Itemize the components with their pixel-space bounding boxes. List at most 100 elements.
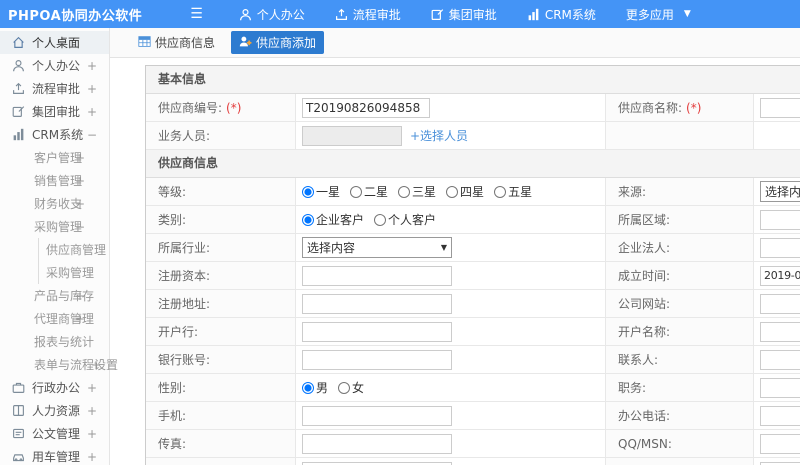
category-radio[interactable] [374, 213, 387, 226]
expand-icon[interactable]: + [75, 289, 85, 303]
founded-time-input[interactable] [760, 265, 800, 286]
field-label: 联系人: [618, 353, 659, 367]
field-label: 供应商名称: [618, 101, 683, 115]
nav-group-approval[interactable]: 集团审批 [431, 6, 497, 23]
level-radio[interactable] [398, 185, 411, 198]
level-radio[interactable] [350, 185, 363, 198]
edit-icon [12, 105, 26, 119]
sidebar-item-personal-office[interactable]: 个人办公 + [0, 54, 109, 77]
menu-toggle-icon[interactable]: ☰ [190, 6, 203, 22]
sidebar-item-workflow-approval[interactable]: 流程审批 + [0, 77, 109, 100]
edit-icon [431, 8, 444, 21]
field-label: 职务: [618, 381, 647, 395]
expand-icon[interactable]: + [75, 174, 85, 188]
level-radio[interactable] [446, 185, 459, 198]
form-row-category-region: 类别: 企业客户 个人客户 所属区域: [146, 206, 800, 234]
gender-radio[interactable] [338, 381, 351, 394]
level-radio[interactable] [302, 185, 314, 198]
sidebar-item-document-mgmt[interactable]: 公文管理 + [0, 422, 109, 445]
nav-workflow-approval[interactable]: 流程审批 [335, 6, 401, 23]
expand-icon[interactable]: + [87, 105, 97, 119]
form-row-level-source: 等级: 一星 二星 三星 四星 五星 来源: 选择内容 ▼ [146, 178, 800, 206]
nav-more-apps[interactable]: 更多应用 [626, 6, 674, 23]
position-input[interactable] [760, 377, 800, 398]
office-phone-input[interactable] [760, 405, 800, 426]
collapse-icon[interactable]: − [87, 128, 97, 142]
sidebar-item-finance[interactable]: 财务收支 + [0, 192, 109, 215]
bank-account-input[interactable] [302, 349, 452, 370]
zipcode-input[interactable] [760, 461, 800, 465]
gender-radio-group: 男 女 [302, 379, 372, 396]
choose-person-link[interactable]: +选择人员 [410, 127, 468, 144]
sidebar-item-human-resources[interactable]: 人力资源 + [0, 399, 109, 422]
field-label: 办公电话: [618, 409, 671, 423]
fax-input[interactable] [302, 433, 452, 454]
legal-person-input[interactable] [760, 237, 800, 258]
sidebar-item-purchase-mgmt[interactable]: 采购管理 − [0, 215, 109, 238]
sidebar-item-reports[interactable]: 报表与统计 [0, 330, 109, 353]
expand-icon[interactable]: + [87, 404, 97, 418]
region-input[interactable] [760, 209, 800, 230]
supplier-name-input[interactable] [760, 97, 800, 118]
source-select[interactable]: 选择内容 ▼ [760, 181, 800, 202]
expand-icon[interactable]: + [87, 450, 97, 464]
expand-icon[interactable]: + [75, 312, 85, 326]
gender-radio[interactable] [302, 381, 314, 394]
tab-supplier-add[interactable]: 供应商添加 [231, 31, 325, 54]
sidebar-item-product-inventory[interactable]: 产品与库存 + [0, 284, 109, 307]
field-label: 开户行: [158, 325, 199, 339]
sidebar-item-supplier-mgmt[interactable]: 供应商管理 [0, 238, 109, 261]
category-radio[interactable] [302, 213, 314, 226]
form-row-gender-position: 性别: 男 女 职务: [146, 374, 800, 402]
sidebar-item-personal-desktop[interactable]: 个人桌面 [0, 31, 109, 54]
sidebar-item-sales-mgmt[interactable]: 销售管理 + [0, 169, 109, 192]
level-radio[interactable] [494, 185, 507, 198]
expand-icon[interactable]: + [75, 197, 85, 211]
sidebar-item-group-approval[interactable]: 集团审批 + [0, 100, 109, 123]
field-label: 等级: [158, 185, 187, 199]
top-navbar: PHPOA协同办公软件 ☰ 个人办公 流程审批 集团审批 CRM系统 更多应用 … [0, 0, 800, 28]
person-icon [239, 8, 252, 21]
sidebar-item-admin-office[interactable]: 行政办公 + [0, 376, 109, 399]
qq-msn-input[interactable] [760, 433, 800, 454]
form-row-regaddress-website: 注册地址: 公司网站: [146, 290, 800, 318]
expand-icon[interactable]: + [87, 59, 97, 73]
field-label: 手机: [158, 409, 187, 423]
required-mark: (*) [226, 100, 242, 115]
account-name-input[interactable] [760, 321, 800, 342]
expand-icon[interactable]: + [87, 381, 97, 395]
app-logo: PHPOA协同办公软件 [8, 8, 143, 24]
chart-icon [12, 128, 26, 142]
industry-select[interactable]: 选择内容 ▼ [302, 237, 452, 258]
sidebar-item-agent-mgmt[interactable]: 代理商管理 + [0, 307, 109, 330]
field-label: 公司网站: [618, 297, 671, 311]
bank-input[interactable] [302, 321, 452, 342]
level-radio-group: 一星 二星 三星 四星 五星 [302, 183, 540, 200]
sidebar-item-vehicle-mgmt[interactable]: 用车管理 + [0, 445, 109, 465]
website-input[interactable] [760, 293, 800, 314]
upload-icon [335, 8, 348, 21]
collapse-icon[interactable]: − [75, 220, 85, 234]
sidebar-item-crm-system[interactable]: CRM系统 − [0, 123, 109, 146]
supplier-no-input[interactable] [302, 97, 430, 118]
expand-icon[interactable]: + [75, 151, 85, 165]
supplier-add-icon [239, 35, 252, 51]
expand-icon[interactable]: + [87, 82, 97, 96]
expand-icon[interactable]: + [87, 427, 97, 441]
registered-address-input[interactable] [302, 293, 452, 314]
field-label: 传真: [158, 437, 187, 451]
field-label: QQ/MSN: [618, 436, 672, 451]
sidebar-item-customer-mgmt[interactable]: 客户管理 + [0, 146, 109, 169]
tab-supplier-info[interactable]: 供应商信息 [132, 31, 221, 54]
nav-personal-office[interactable]: 个人办公 [239, 6, 305, 23]
sidebar-item-form-flow-settings[interactable]: 表单与流程设置 + [0, 353, 118, 376]
mobile-input[interactable] [302, 405, 452, 426]
field-label: 业务人员: [158, 129, 211, 143]
nav-crm-system[interactable]: CRM系统 [527, 6, 596, 23]
registered-capital-input[interactable] [302, 265, 452, 286]
salesperson-input [302, 125, 402, 146]
contact-input[interactable] [760, 349, 800, 370]
expand-icon[interactable]: + [91, 358, 101, 372]
sidebar-item-purchasing[interactable]: 采购管理 [0, 261, 109, 284]
email-input[interactable] [302, 461, 452, 465]
